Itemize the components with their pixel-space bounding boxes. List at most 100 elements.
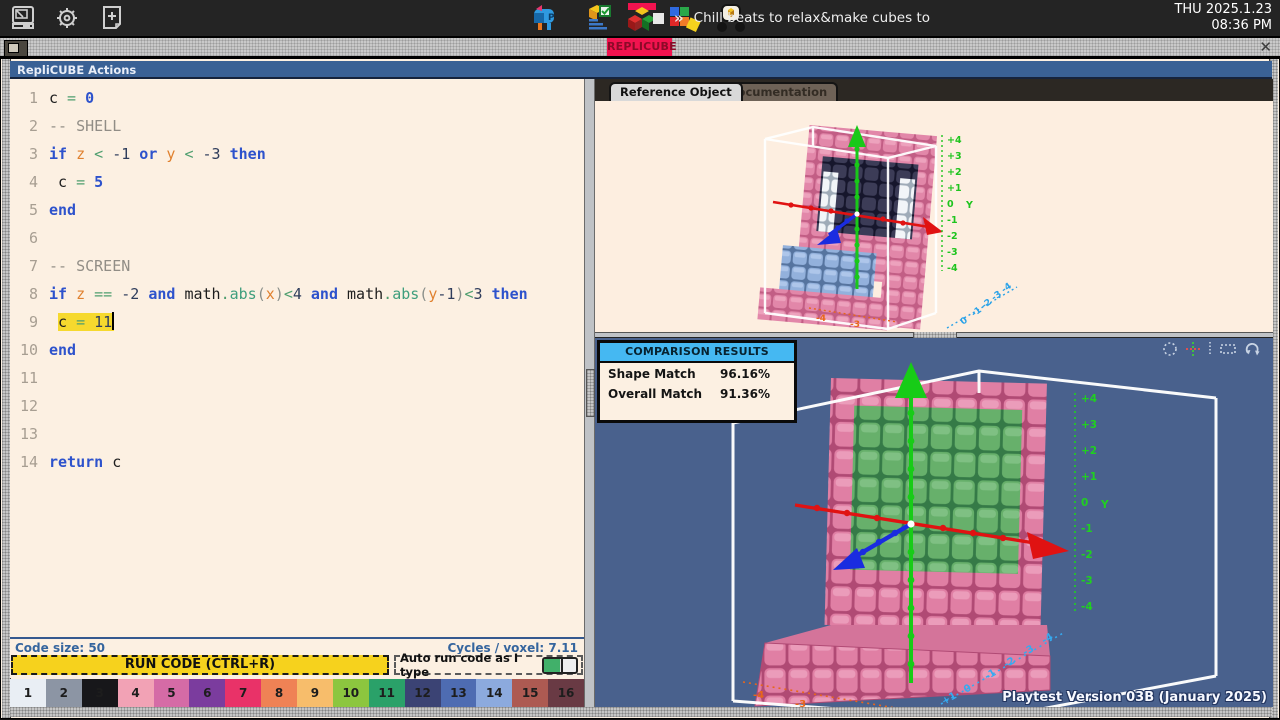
code-editor[interactable]: 1c = 02-- SHELL3if z < -1 or y < -3 then… bbox=[10, 79, 584, 637]
svg-text:0: 0 bbox=[947, 199, 954, 210]
new-document-icon[interactable] bbox=[100, 5, 124, 31]
svg-text:-2: -2 bbox=[947, 231, 958, 242]
run-controls: RUN CODE (CTRL+R) Auto run code as I typ… bbox=[10, 654, 584, 678]
palette-swatch-5[interactable]: 5 bbox=[154, 679, 190, 707]
music-player: » Chill beats to relax&make cubes to bbox=[653, 0, 930, 36]
stop-icon[interactable] bbox=[653, 13, 664, 24]
shape-match-row: Shape Match 96.16% bbox=[600, 363, 794, 383]
svg-text:+1: +1 bbox=[947, 183, 962, 194]
svg-text:-3: -3 bbox=[795, 699, 806, 707]
tab-replicube[interactable]: REPLICUBE bbox=[607, 38, 672, 56]
code-line[interactable]: 10end bbox=[10, 336, 584, 364]
code-line[interactable]: 11 bbox=[10, 364, 584, 392]
axes-toggle-icon[interactable] bbox=[1185, 341, 1201, 357]
selection-circle-icon[interactable] bbox=[1162, 341, 1178, 357]
auto-run-toggle[interactable] bbox=[542, 657, 578, 674]
palette-swatch-2[interactable]: 2 bbox=[46, 679, 82, 707]
svg-text:-3: -3 bbox=[850, 320, 860, 330]
window-titlebar[interactable]: RepliCUBE Actions bbox=[10, 61, 1272, 79]
viewport-toolbar bbox=[1162, 341, 1261, 357]
rotate-view-icon[interactable] bbox=[1244, 341, 1261, 357]
svg-text:-4: -4 bbox=[1000, 281, 1014, 295]
palette-swatch-16[interactable]: 16 bbox=[548, 679, 584, 707]
code-line[interactable]: 1c = 0 bbox=[10, 84, 584, 112]
code-line[interactable]: 7-- SCREEN bbox=[10, 252, 584, 280]
svg-text:-4: -4 bbox=[753, 690, 764, 701]
svg-text:-3: -3 bbox=[947, 247, 958, 258]
shape-match-value: 96.16% bbox=[720, 367, 770, 381]
line-number: 14 bbox=[10, 448, 38, 476]
gear-icon[interactable] bbox=[54, 5, 80, 31]
palette-swatch-13[interactable]: 13 bbox=[441, 679, 477, 707]
svg-text:+2: +2 bbox=[947, 167, 962, 178]
reference-object-viewport[interactable]: +4 +3 +2 +1 0 -1 -2 -3 -4 Y 0 -1 -2 -3 -… bbox=[595, 101, 1273, 332]
close-icon[interactable]: ✕ bbox=[1259, 38, 1272, 56]
splitter-grip[interactable] bbox=[586, 369, 595, 417]
line-number: 5 bbox=[10, 196, 38, 224]
palette-swatch-14[interactable]: 14 bbox=[476, 679, 512, 707]
line-number: 1 bbox=[10, 84, 38, 112]
svg-text:+4: +4 bbox=[947, 135, 962, 146]
bounding-box-toggle-icon[interactable] bbox=[1219, 341, 1237, 357]
code-line[interactable]: 5end bbox=[10, 196, 584, 224]
palette-swatch-12[interactable]: 12 bbox=[405, 679, 441, 707]
code-line[interactable]: 2-- SHELL bbox=[10, 112, 584, 140]
palette-swatch-7[interactable]: 7 bbox=[225, 679, 261, 707]
svg-text:-1: -1 bbox=[1081, 523, 1093, 535]
palette-swatch-9[interactable]: 9 bbox=[297, 679, 333, 707]
svg-text:-1: -1 bbox=[947, 215, 958, 226]
code-line[interactable]: 6 bbox=[10, 224, 584, 252]
shape-match-label: Shape Match bbox=[608, 367, 696, 381]
vertical-splitter[interactable] bbox=[584, 79, 595, 707]
svg-text:-3: -3 bbox=[1081, 575, 1093, 587]
svg-text:-4: -4 bbox=[816, 314, 826, 324]
svg-text:-2: -2 bbox=[1081, 549, 1093, 561]
computer-icon[interactable] bbox=[10, 5, 36, 31]
player-build-viewport[interactable]: +4 +3 +2 +1 0 -1 -2 -3 -4 Y +1 0 -1 -2 -… bbox=[595, 338, 1273, 707]
code-line[interactable]: 13 bbox=[10, 420, 584, 448]
mailbox-app-icon[interactable]: P bbox=[530, 3, 560, 33]
palette-swatch-6[interactable]: 6 bbox=[189, 679, 225, 707]
code-line[interactable]: 9 c = 11 bbox=[10, 308, 584, 336]
overall-match-value: 91.36% bbox=[720, 387, 770, 401]
palette-swatch-4[interactable]: 4 bbox=[118, 679, 154, 707]
tab-reference-object[interactable]: Reference Object bbox=[609, 82, 743, 101]
code-line[interactable]: 12 bbox=[10, 392, 584, 420]
palette-swatch-8[interactable]: 8 bbox=[261, 679, 297, 707]
right-pane-tabs: Reference Object Documentation bbox=[595, 79, 1273, 101]
run-code-button[interactable]: RUN CODE (CTRL+R) bbox=[11, 655, 389, 675]
code-line[interactable]: 4 c = 5 bbox=[10, 168, 584, 196]
window-list-icon[interactable] bbox=[4, 40, 28, 57]
line-number: 7 bbox=[10, 252, 38, 280]
palette-swatch-10[interactable]: 10 bbox=[333, 679, 369, 707]
skip-icon[interactable]: » bbox=[674, 9, 684, 27]
line-number: 8 bbox=[10, 280, 38, 308]
palette-swatch-11[interactable]: 11 bbox=[369, 679, 405, 707]
music-track-title: Chill beats to relax&make cubes to bbox=[694, 10, 930, 26]
line-number: 6 bbox=[10, 224, 38, 252]
palette-swatch-3[interactable]: 3 bbox=[82, 679, 118, 707]
line-number: 12 bbox=[10, 392, 38, 420]
tasks-app-icon[interactable] bbox=[583, 3, 613, 33]
line-number: 2 bbox=[10, 112, 38, 140]
svg-text:+2: +2 bbox=[1081, 445, 1097, 457]
line-number: 9 bbox=[10, 308, 38, 336]
y-axis-ticks: +4 +3 +2 +1 0 -1 -2 -3 -4 Y bbox=[942, 135, 973, 274]
palette-swatch-1[interactable]: 1 bbox=[10, 679, 46, 707]
line-number: 11 bbox=[10, 364, 38, 392]
svg-text:+3: +3 bbox=[947, 151, 962, 162]
overall-match-label: Overall Match bbox=[608, 387, 702, 401]
player-voxel-model bbox=[825, 378, 1047, 631]
svg-text:+3: +3 bbox=[1081, 419, 1097, 431]
code-line[interactable]: 14return c bbox=[10, 448, 584, 476]
code-size-label: Code size: 50 bbox=[15, 641, 105, 655]
window-tabstrip: REPLICUBE ✕ bbox=[0, 36, 1280, 58]
system-topbar: P » Chill beats to relax&make c bbox=[0, 0, 1280, 36]
code-line[interactable]: 8if z == -2 and math.abs(x)<4 and math.a… bbox=[10, 280, 584, 308]
svg-text:-4: -4 bbox=[1081, 601, 1093, 613]
replicube-window: RepliCUBE Actions 1c = 02-- SHELL3if z <… bbox=[0, 58, 1280, 719]
code-line[interactable]: 3if z < -1 or y < -3 then bbox=[10, 140, 584, 168]
line-number: 3 bbox=[10, 140, 38, 168]
reference-voxel-scene: +4 +3 +2 +1 0 -1 -2 -3 -4 Y 0 -1 -2 -3 -… bbox=[595, 101, 1273, 332]
palette-swatch-15[interactable]: 15 bbox=[512, 679, 548, 707]
